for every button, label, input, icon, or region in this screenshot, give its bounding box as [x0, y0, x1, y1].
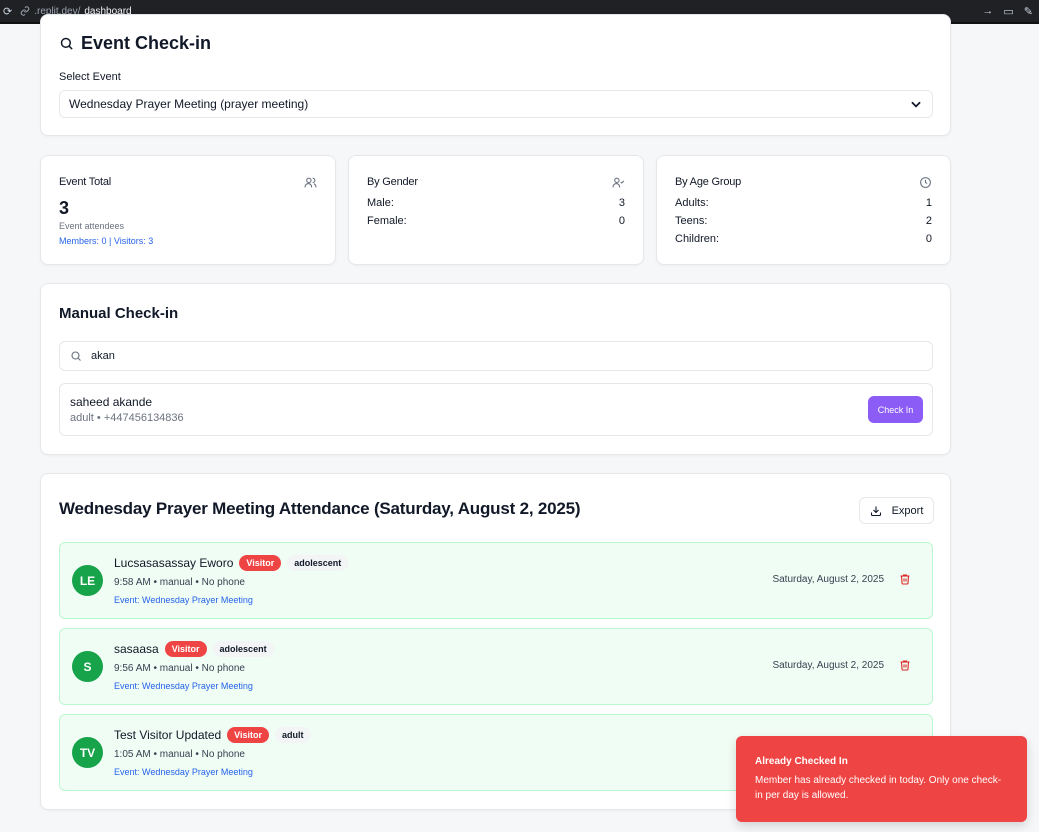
selected-event-value: Wednesday Prayer Meeting (prayer meeting…: [69, 97, 309, 111]
gender-row-female: Female: 0: [367, 215, 625, 227]
age-value: 1: [925, 197, 932, 209]
export-button[interactable]: Export: [859, 497, 934, 524]
age-label: Children:: [675, 233, 720, 245]
search-icon: [60, 37, 73, 50]
attendance-title: Wednesday Prayer Meeting Attendance (Sat…: [59, 499, 581, 518]
avatar: LE: [72, 565, 103, 596]
attendee-event: Event: Wednesday Prayer Meeting: [114, 595, 253, 605]
gender-value: 3: [618, 197, 625, 209]
link-icon: [20, 6, 30, 16]
attendee-event: Event: Wednesday Prayer Meeting: [114, 681, 253, 691]
avatar: TV: [72, 737, 103, 768]
trash-icon[interactable]: [899, 659, 911, 671]
event-total-breakdown: Members: 0 | Visitors: 3: [59, 236, 154, 246]
toast-message: Member has already checked in today. Onl…: [755, 775, 1002, 801]
age-row-children: Children: 0: [675, 233, 932, 245]
attendance-row: LE Lucsasasassay Eworo Visitor adolescen…: [59, 542, 933, 619]
manual-checkin-card: Manual Check-in akan saheed akande adult…: [40, 283, 951, 455]
age-label: Adults:: [675, 197, 709, 209]
visitor-badge: Visitor: [227, 727, 270, 743]
search-value: akan: [91, 350, 115, 362]
gender-value: 0: [618, 215, 625, 227]
visitor-badge: Visitor: [239, 555, 282, 571]
toast-title: Already Checked In: [755, 756, 848, 767]
event-total-title: Event Total: [59, 176, 112, 188]
user-check-icon: [612, 176, 625, 194]
attendee-name: sasaasa: [114, 642, 159, 656]
gender-label: Female:: [367, 215, 407, 227]
attendance-row: S sasaasa Visitor adolescent 9:56 AM • m…: [59, 628, 933, 705]
by-gender-title: By Gender: [367, 176, 418, 188]
age-value: 0: [925, 233, 932, 245]
age-row-teens: Teens: 2: [675, 215, 932, 227]
trash-icon[interactable]: [899, 573, 911, 585]
manual-checkin-title: Manual Check-in: [59, 305, 179, 322]
age-value: 2: [925, 215, 932, 227]
attendee-details: 9:56 AM • manual • No phone: [114, 663, 245, 674]
event-select[interactable]: Wednesday Prayer Meeting (prayer meeting…: [59, 90, 933, 118]
event-total-card: Event Total 3 Event attendees Members: 0…: [40, 155, 336, 265]
age-group-badge: adolescent: [287, 555, 349, 571]
select-event-label: Select Event: [59, 71, 121, 83]
wrench-icon[interactable]: ✎: [1024, 5, 1033, 18]
age-group-badge: adolescent: [212, 641, 274, 657]
attendee-name: Test Visitor Updated: [114, 728, 222, 742]
result-meta: adult • +447456134836: [70, 412, 184, 424]
attendee-details: 9:58 AM • manual • No phone: [114, 577, 245, 588]
attendee-details: 1:05 AM • manual • No phone: [114, 749, 245, 760]
gender-label: Male:: [367, 197, 394, 209]
attendee-name: Lucsasasassay Eworo: [114, 556, 234, 570]
member-search-input[interactable]: akan: [59, 341, 933, 371]
event-total-subtitle: Event attendees: [59, 221, 125, 231]
reload-icon[interactable]: ⟳: [3, 5, 12, 18]
age-row-adults: Adults: 1: [675, 197, 932, 209]
age-label: Teens:: [675, 215, 708, 227]
export-label: Export: [891, 504, 924, 517]
avatar: S: [72, 651, 103, 682]
devices-icon[interactable]: ▭: [1003, 5, 1013, 18]
users-icon: [304, 176, 317, 194]
attendance-date: Saturday, August 2, 2025: [772, 574, 884, 585]
event-total-value: 3: [59, 198, 70, 218]
chevron-down-icon: [909, 97, 923, 111]
event-checkin-heading: Event Check-in: [59, 33, 211, 54]
attendee-event: Event: Wednesday Prayer Meeting: [114, 767, 253, 777]
by-age-group-title: By Age Group: [675, 176, 742, 188]
visitor-badge: Visitor: [164, 641, 207, 657]
by-gender-card: By Gender Male: 3 Female: 0: [348, 155, 644, 265]
check-in-button[interactable]: Check In: [868, 396, 923, 423]
event-checkin-title: Event Check-in: [81, 33, 212, 53]
gender-row-male: Male: 3: [367, 197, 625, 209]
download-icon: [870, 506, 881, 516]
search-icon: [71, 351, 81, 361]
by-age-group-card: By Age Group Adults: 1 Teens: 2 Children…: [656, 155, 951, 265]
result-name: saheed akande: [70, 395, 153, 409]
clock-icon: [919, 176, 932, 194]
age-group-badge: adult: [275, 727, 311, 743]
error-toast[interactable]: Already Checked In Member has already ch…: [736, 736, 1027, 822]
event-checkin-card: Event Check-in Select Event Wednesday Pr…: [40, 14, 951, 136]
forward-icon[interactable]: →: [982, 5, 993, 18]
attendance-date: Saturday, August 2, 2025: [772, 660, 884, 671]
search-result-item[interactable]: saheed akande adult • +447456134836 Chec…: [59, 383, 933, 436]
